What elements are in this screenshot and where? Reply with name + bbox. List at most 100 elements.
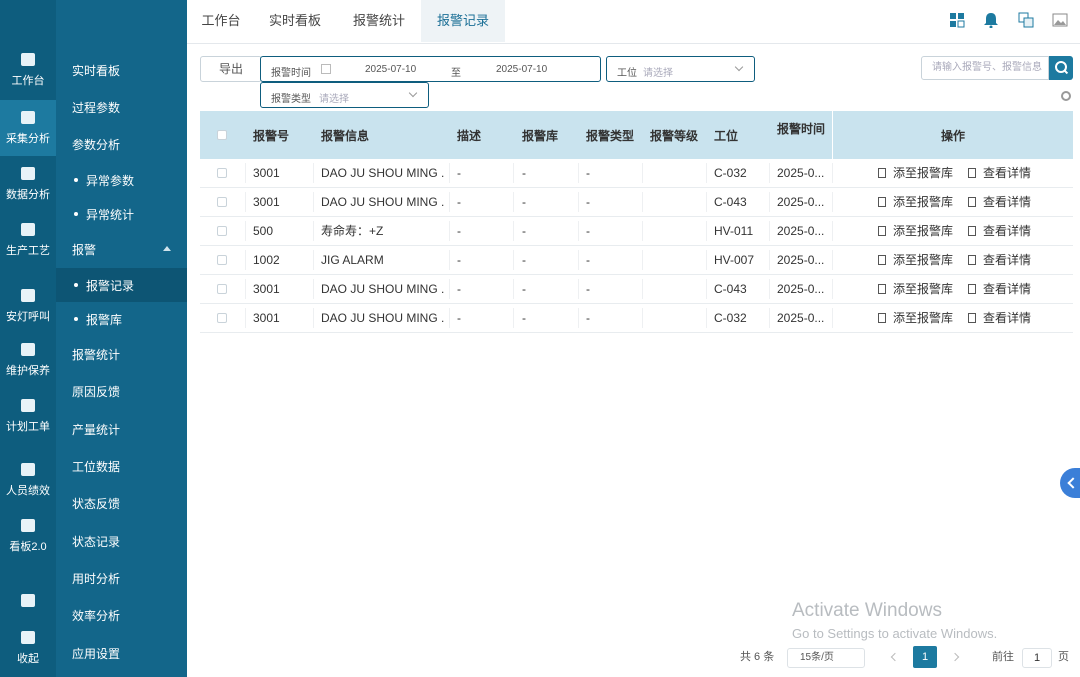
view-details-button[interactable]: 查看详情: [968, 275, 1031, 303]
prev-page-icon[interactable]: [890, 652, 900, 662]
station-select[interactable]: 工位 请选择: [606, 56, 755, 82]
add-to-library-button[interactable]: 添至报警库: [878, 304, 953, 332]
view-details-button[interactable]: 查看详情: [968, 217, 1031, 245]
col-alarm-info[interactable]: 报警信息: [321, 111, 369, 159]
rail-item-8[interactable]: 看板2.0: [0, 508, 56, 564]
subnav-item-9[interactable]: 原因反馈: [56, 374, 187, 408]
cell-divider: [642, 308, 643, 328]
rail-item-10[interactable]: 收起: [0, 620, 56, 676]
cell-alarm-type: -: [586, 166, 590, 180]
page-size-select[interactable]: 15条/页: [787, 648, 865, 668]
view-details-button[interactable]: 查看详情: [968, 188, 1031, 216]
rail-item-1[interactable]: 采集分析: [0, 100, 56, 156]
add-to-library-button[interactable]: 添至报警库: [878, 217, 953, 245]
date-range-picker[interactable]: 报警时间 2025-07-10 至 2025-07-10: [260, 56, 601, 82]
tab-alarm-stats[interactable]: 报警统计: [347, 0, 411, 42]
next-page-icon[interactable]: [950, 652, 960, 662]
subnav-item-16[interactable]: 应用设置: [56, 636, 187, 670]
bell-icon[interactable]: [983, 12, 999, 28]
subnav-item-0[interactable]: 实时看板: [56, 53, 187, 87]
row-checkbox[interactable]: [217, 197, 227, 207]
gear-icon[interactable]: [1061, 91, 1071, 101]
subnav-item-12[interactable]: 状态反馈: [56, 486, 187, 520]
subnav-item-5[interactable]: 报警: [56, 232, 187, 266]
view-details-button[interactable]: 查看详情: [968, 159, 1031, 187]
view-details-button[interactable]: 查看详情: [968, 304, 1031, 332]
goto-page-input[interactable]: 1: [1022, 648, 1052, 668]
col-station[interactable]: 工位: [714, 111, 738, 159]
rail-item-2[interactable]: 数据分析: [0, 156, 56, 212]
table-row[interactable]: 500 寿命寿：+Z - - - HV-011 2025-0... 添至报警库 查看详情: [200, 217, 1073, 246]
table-row[interactable]: 3001 DAO JU SHOU MING ... - - - C-032 2025-0..…: [200, 304, 1073, 333]
table-row[interactable]: 3001 DAO JU SHOU MING ... - - - C-043 2025-0..…: [200, 275, 1073, 304]
rail-item-3[interactable]: 生产工艺: [0, 212, 56, 268]
cell-alarm-time: 2025-0...: [777, 166, 825, 180]
subnav-item-1[interactable]: 过程参数: [56, 90, 187, 124]
cell-divider: [313, 163, 314, 183]
row-checkbox[interactable]: [217, 226, 227, 236]
view-details-button[interactable]: 查看详情: [968, 246, 1031, 274]
subnav-item-10[interactable]: 产量统计: [56, 412, 187, 446]
table-row[interactable]: 3001 DAO JU SHOU MING ... - - - C-032 2025-0..…: [200, 159, 1073, 188]
subnav-item-8[interactable]: 报警统计: [56, 337, 187, 371]
col-alarm-library[interactable]: 报警库: [522, 111, 558, 159]
image-icon[interactable]: [1052, 12, 1068, 28]
subnav-item-3[interactable]: 异常参数: [56, 163, 187, 197]
subnav-item-14[interactable]: 用时分析: [56, 561, 187, 595]
translate-icon[interactable]: [1018, 12, 1034, 28]
rail-item-7[interactable]: 人员绩效: [0, 452, 56, 508]
subnav-item-6[interactable]: 报警记录: [56, 268, 187, 302]
subnav-item-label: 报警记录: [86, 278, 135, 293]
date-range-label: 报警时间: [271, 68, 311, 79]
subnav-item-label: 报警统计: [72, 347, 121, 362]
subnav-item-11[interactable]: 工位数据: [56, 449, 187, 483]
rail-item-5[interactable]: 维护保养: [0, 332, 56, 388]
row-checkbox[interactable]: [217, 255, 227, 265]
alarm-type-select[interactable]: 报警类型 请选择: [260, 82, 429, 108]
subnav-item-15[interactable]: 效率分析: [56, 598, 187, 632]
row-checkbox[interactable]: [217, 284, 227, 294]
subnav-item-13[interactable]: 状态记录: [56, 524, 187, 558]
cell-divider: [832, 279, 833, 299]
add-to-library-label: 添至报警库: [893, 224, 954, 238]
side-panel-toggle[interactable]: [1060, 468, 1080, 498]
export-button[interactable]: 导出: [200, 56, 262, 82]
search-input[interactable]: 请输入报警号、报警信息: [921, 56, 1049, 80]
page-number-current[interactable]: 1: [913, 646, 937, 668]
col-alarm-time[interactable]: 报警时间: [777, 111, 825, 159]
col-alarm-level[interactable]: 报警等级: [650, 111, 698, 159]
search-icon[interactable]: [1049, 56, 1073, 80]
select-all-checkbox[interactable]: [217, 130, 227, 140]
col-alarm-no[interactable]: 报警号: [253, 111, 289, 159]
rail-item-4[interactable]: 安灯呼叫: [0, 278, 56, 334]
table-row[interactable]: 1002 JIG ALARM - - - HV-007 2025-0... 添至报警库 查看详情: [200, 246, 1073, 275]
tab-realtime-board[interactable]: 实时看板: [263, 0, 327, 42]
row-checkbox[interactable]: [217, 168, 227, 178]
tab-workbench[interactable]: 工作台: [195, 0, 247, 42]
row-checkbox[interactable]: [217, 313, 227, 323]
grid-icon[interactable]: [949, 12, 965, 28]
date-from-value[interactable]: 2025-07-10: [365, 64, 416, 75]
col-description[interactable]: 描述: [457, 111, 481, 159]
add-to-library-button[interactable]: 添至报警库: [878, 275, 953, 303]
tab-alarm-records[interactable]: 报警记录: [421, 0, 505, 42]
add-to-library-button[interactable]: 添至报警库: [878, 246, 953, 274]
rail-item-0[interactable]: 工作台: [0, 42, 56, 98]
add-to-library-button[interactable]: 添至报警库: [878, 188, 953, 216]
rail-item-6[interactable]: 计划工单: [0, 388, 56, 444]
subnav-item-2[interactable]: 参数分析: [56, 127, 187, 161]
subnav-item-label: 状态记录: [72, 534, 121, 549]
document-icon: [968, 226, 976, 236]
document-icon: [968, 255, 976, 265]
collection-icon: [21, 110, 35, 124]
col-alarm-type[interactable]: 报警类型: [586, 111, 634, 159]
date-to-value[interactable]: 2025-07-10: [496, 64, 547, 75]
table-row[interactable]: 3001 DAO JU SHOU MING ... - - - C-043 2025-0..…: [200, 188, 1073, 217]
subnav-item-4[interactable]: 异常统计: [56, 197, 187, 231]
cell-alarm-library: -: [522, 311, 526, 325]
subnav-item-7[interactable]: 报警库: [56, 302, 187, 336]
add-to-library-button[interactable]: 添至报警库: [878, 159, 953, 187]
view-details-label: 查看详情: [983, 224, 1032, 238]
subnav-item-label: 效率分析: [72, 608, 121, 623]
subnav-item-label: 异常统计: [86, 207, 135, 222]
